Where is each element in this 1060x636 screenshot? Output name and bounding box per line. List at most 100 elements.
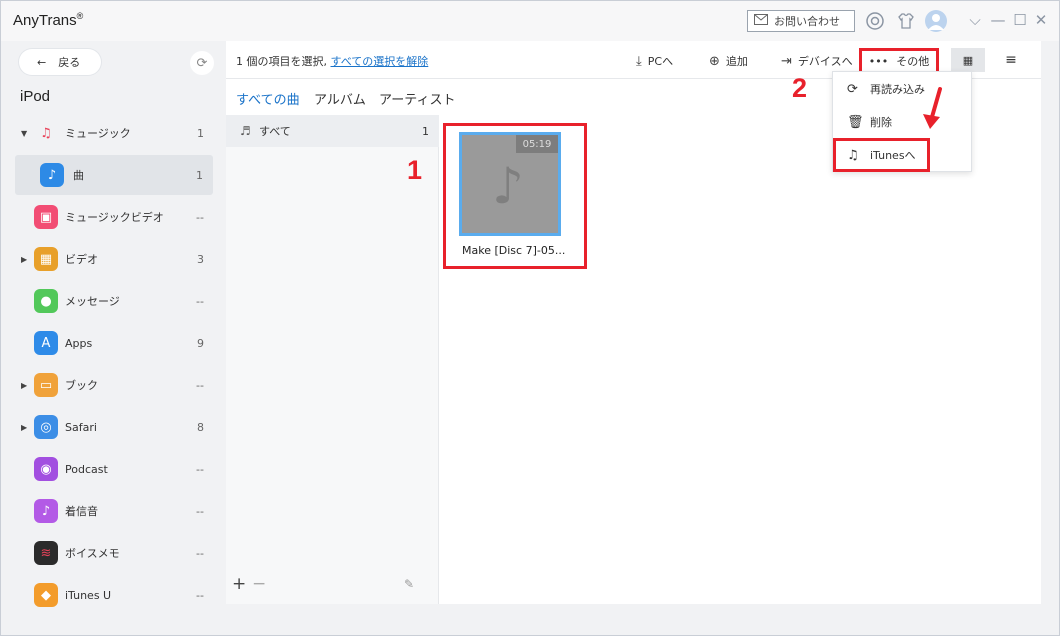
close-icon[interactable]: ✕ xyxy=(1032,11,1050,29)
add-circle-icon: ⊕ xyxy=(709,53,720,69)
sidebar-item-label: ミュージックビデオ xyxy=(65,211,164,224)
sidebar-item-music-video[interactable]: ▣ ミュージックビデオ -- xyxy=(2,197,222,237)
sidebar-item-count: -- xyxy=(196,210,204,224)
chevron-down-icon[interactable]: ⌵ xyxy=(966,11,984,29)
sidebar-item-safari[interactable]: ▶ ◎ Safari 8 xyxy=(2,407,222,447)
sidebar-item-ringtone[interactable]: ♪ 着信音 -- xyxy=(2,491,222,531)
sidebar-item-label: ブック xyxy=(65,379,98,392)
grid-view-icon[interactable]: ▦ xyxy=(951,48,985,72)
tab-artists[interactable]: アーティスト xyxy=(379,89,455,108)
other-dropdown-menu: ⟳ 再読み込み 🗑 削除 ♫ iTunesへ xyxy=(832,71,972,172)
refresh-icon[interactable]: ⟳ xyxy=(190,51,214,75)
add-playlist-icon[interactable]: + xyxy=(232,574,246,594)
playlist-column: ♬ すべて 1 + − ✎ xyxy=(226,115,439,604)
sidebar-item-label: Apps xyxy=(65,336,93,350)
minimize-icon[interactable]: — xyxy=(989,11,1007,29)
sidebar-item-voice-memo[interactable]: ≋ ボイスメモ -- xyxy=(2,533,222,573)
arrow-left-icon: ← xyxy=(37,55,47,69)
sidebar-item-count: 1 xyxy=(197,126,204,140)
sidebar-item-label: ボイスメモ xyxy=(65,547,120,560)
sidebar-item-songs[interactable]: ♪ 曲 1 xyxy=(15,155,213,195)
song-name: Make [Disc 7]-05... xyxy=(462,244,566,257)
deselect-all-link[interactable]: すべての選択を解除 xyxy=(331,55,429,68)
menu-item-delete[interactable]: 🗑 削除 xyxy=(833,107,973,137)
sidebar-item-messages[interactable]: ● メッセージ -- xyxy=(2,281,222,321)
sidebar-item-label: 曲 xyxy=(73,169,84,182)
menu-item-label: 削除 xyxy=(870,116,892,129)
ringtone-icon: ♪ xyxy=(34,499,58,523)
sidebar-item-podcast[interactable]: ◉ Podcast -- xyxy=(2,449,222,489)
sidebar-item-count: 3 xyxy=(197,252,204,266)
to-pc-label: PCへ xyxy=(647,55,674,68)
book-icon: ▭ xyxy=(34,373,58,397)
back-button[interactable]: ← 戻る xyxy=(19,49,101,75)
safari-icon: ◎ xyxy=(34,415,58,439)
tab-all-songs[interactable]: すべての曲 xyxy=(236,89,300,108)
song-icon: ♪ xyxy=(40,163,64,187)
sidebar-item-count: -- xyxy=(196,546,204,560)
expand-arrow-icon[interactable]: ▶ xyxy=(21,381,27,390)
add-button[interactable]: ⊕ 追加 xyxy=(709,52,748,70)
tab-albums[interactable]: アルバム xyxy=(314,89,366,108)
remove-playlist-icon[interactable]: − xyxy=(252,574,266,594)
app-title-text: AnyTrans xyxy=(13,12,77,29)
song-card[interactable]: ♪ 05:19 Make [Disc 7]-05... xyxy=(443,123,587,269)
app-title: AnyTrans® xyxy=(13,11,83,29)
reload-icon: ⟳ xyxy=(847,81,858,97)
sidebar-item-apps[interactable]: A Apps 9 xyxy=(2,323,222,363)
title-bar: AnyTrans® お問い合わせ ⌵ — ☐ ✕ xyxy=(1,1,1059,41)
account-avatar-icon[interactable] xyxy=(925,10,947,32)
music-icon: ♫ xyxy=(40,125,52,141)
list-item-label: すべて xyxy=(259,125,291,138)
to-device-button[interactable]: ⇥ デバイスへ xyxy=(781,52,853,70)
sidebar-item-label: ミュージック xyxy=(65,127,131,140)
sidebar-item-count: 9 xyxy=(197,336,204,350)
more-dots-icon: ••• xyxy=(868,54,889,68)
menu-item-label: 再読み込み xyxy=(870,83,925,96)
music-note-icon: ♪ xyxy=(492,157,524,215)
selection-info: 1 個の項目を選択, すべての選択を解除 xyxy=(236,53,428,69)
list-view-icon[interactable]: ≡ xyxy=(994,48,1028,72)
content-area: ♪ 05:19 Make [Disc 7]-05... xyxy=(440,115,1041,604)
step-1-marker: 1 xyxy=(407,155,423,185)
contact-button[interactable]: お問い合わせ xyxy=(747,10,855,32)
device-name: iPod xyxy=(20,88,51,105)
highlight-box xyxy=(833,138,930,172)
edit-icon[interactable]: ✎ xyxy=(404,577,414,591)
expand-arrow-icon[interactable]: ▶ xyxy=(21,423,27,432)
sidebar-item-label: メッセージ xyxy=(65,295,120,308)
sidebar-item-count: -- xyxy=(196,588,204,602)
back-label: 戻る xyxy=(58,56,81,69)
skin-icon[interactable] xyxy=(895,10,917,32)
sidebar-item-video[interactable]: ▶ ▦ ビデオ 3 xyxy=(2,239,222,279)
sidebar-item-label: Podcast xyxy=(65,462,108,476)
sidebar-item-books[interactable]: ▶ ▭ ブック -- xyxy=(2,365,222,405)
list-item[interactable]: ♬ すべて 1 xyxy=(226,115,439,147)
sidebar-item-count: 1 xyxy=(196,168,203,182)
sidebar-item-label: 着信音 xyxy=(65,505,98,518)
music-video-icon: ▣ xyxy=(34,205,58,229)
sidebar-item-count: -- xyxy=(196,504,204,518)
podcast-icon: ◉ xyxy=(34,457,58,481)
sidebar-item-label: Safari xyxy=(65,420,97,434)
sidebar-item-itunes-u[interactable]: ◆ iTunes U -- xyxy=(2,575,222,615)
sidebar: ← 戻る ⟳ iPod ▼ ♫ ミュージック 1 ♪ 曲 1 ▣ ミュージックビ… xyxy=(2,41,222,635)
to-pc-button[interactable]: ⤓ PCへ xyxy=(636,52,673,70)
red-arrow-icon xyxy=(923,87,942,129)
add-label: 追加 xyxy=(725,55,748,68)
video-icon: ▦ xyxy=(34,247,58,271)
apps-icon: A xyxy=(34,331,58,355)
selection-count-text: 1 個の項目を選択, xyxy=(236,55,327,68)
expand-arrow-icon[interactable]: ▼ xyxy=(21,129,27,138)
message-icon: ● xyxy=(34,289,58,313)
maximize-icon[interactable]: ☐ xyxy=(1011,11,1029,29)
step-2-marker: 2 xyxy=(792,73,808,103)
song-thumbnail[interactable]: ♪ 05:19 xyxy=(459,132,561,236)
sidebar-item-count: -- xyxy=(196,378,204,392)
menu-item-reload[interactable]: ⟳ 再読み込み xyxy=(833,74,973,104)
expand-arrow-icon[interactable]: ▶ xyxy=(21,255,27,264)
contact-label: お問い合わせ xyxy=(774,15,840,28)
support-icon[interactable] xyxy=(864,10,886,32)
sidebar-item-music[interactable]: ▼ ♫ ミュージック 1 xyxy=(2,113,222,153)
list-item-count: 1 xyxy=(422,124,429,138)
